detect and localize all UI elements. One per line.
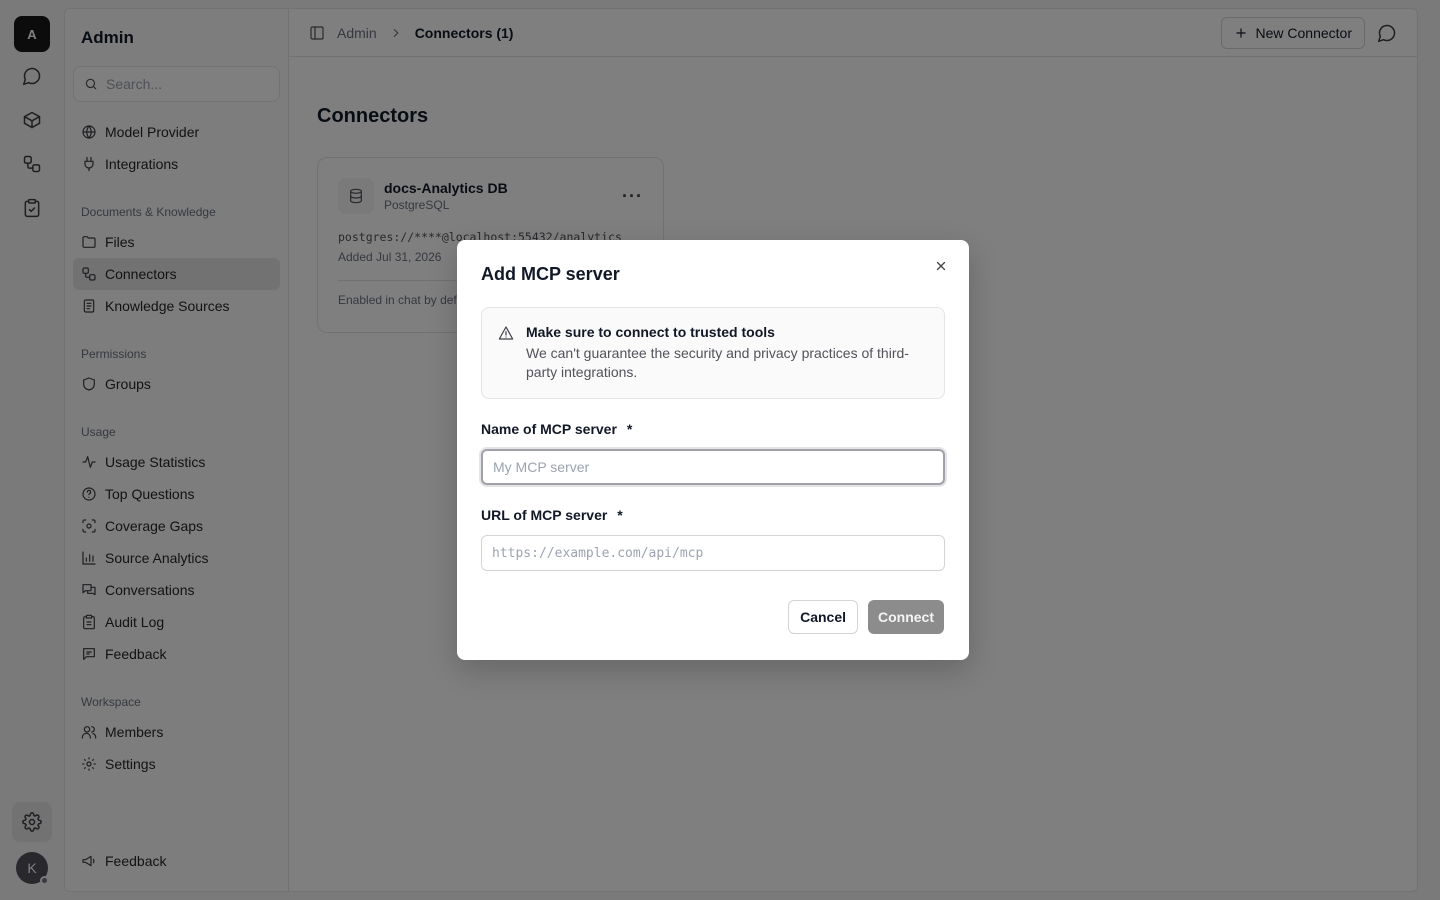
- required-mark: *: [626, 421, 633, 437]
- warning-title: Make sure to connect to trusted tools: [526, 324, 775, 340]
- warning-triangle-icon: [498, 326, 514, 340]
- trusted-tools-warning: Make sure to connect to trusted tools We…: [481, 307, 945, 399]
- connect-button[interactable]: Connect: [868, 600, 944, 634]
- name-field-label: Name of MCP server *: [481, 421, 945, 437]
- dialog-title: Add MCP server: [481, 264, 620, 284]
- mcp-name-input[interactable]: [481, 449, 945, 485]
- name-label-text: Name of MCP server: [481, 421, 617, 437]
- add-mcp-server-dialog: Add MCP server Make sure to connect to t…: [457, 240, 969, 660]
- required-mark: *: [617, 507, 623, 523]
- mcp-url-input[interactable]: [481, 535, 945, 571]
- close-icon[interactable]: [931, 256, 951, 276]
- url-label-text: URL of MCP server: [481, 507, 608, 523]
- dialog-actions: Cancel Connect: [788, 600, 944, 634]
- warning-body: We can't guarantee the security and priv…: [526, 345, 909, 380]
- cancel-button[interactable]: Cancel: [788, 600, 858, 634]
- url-field-label: URL of MCP server *: [481, 507, 945, 523]
